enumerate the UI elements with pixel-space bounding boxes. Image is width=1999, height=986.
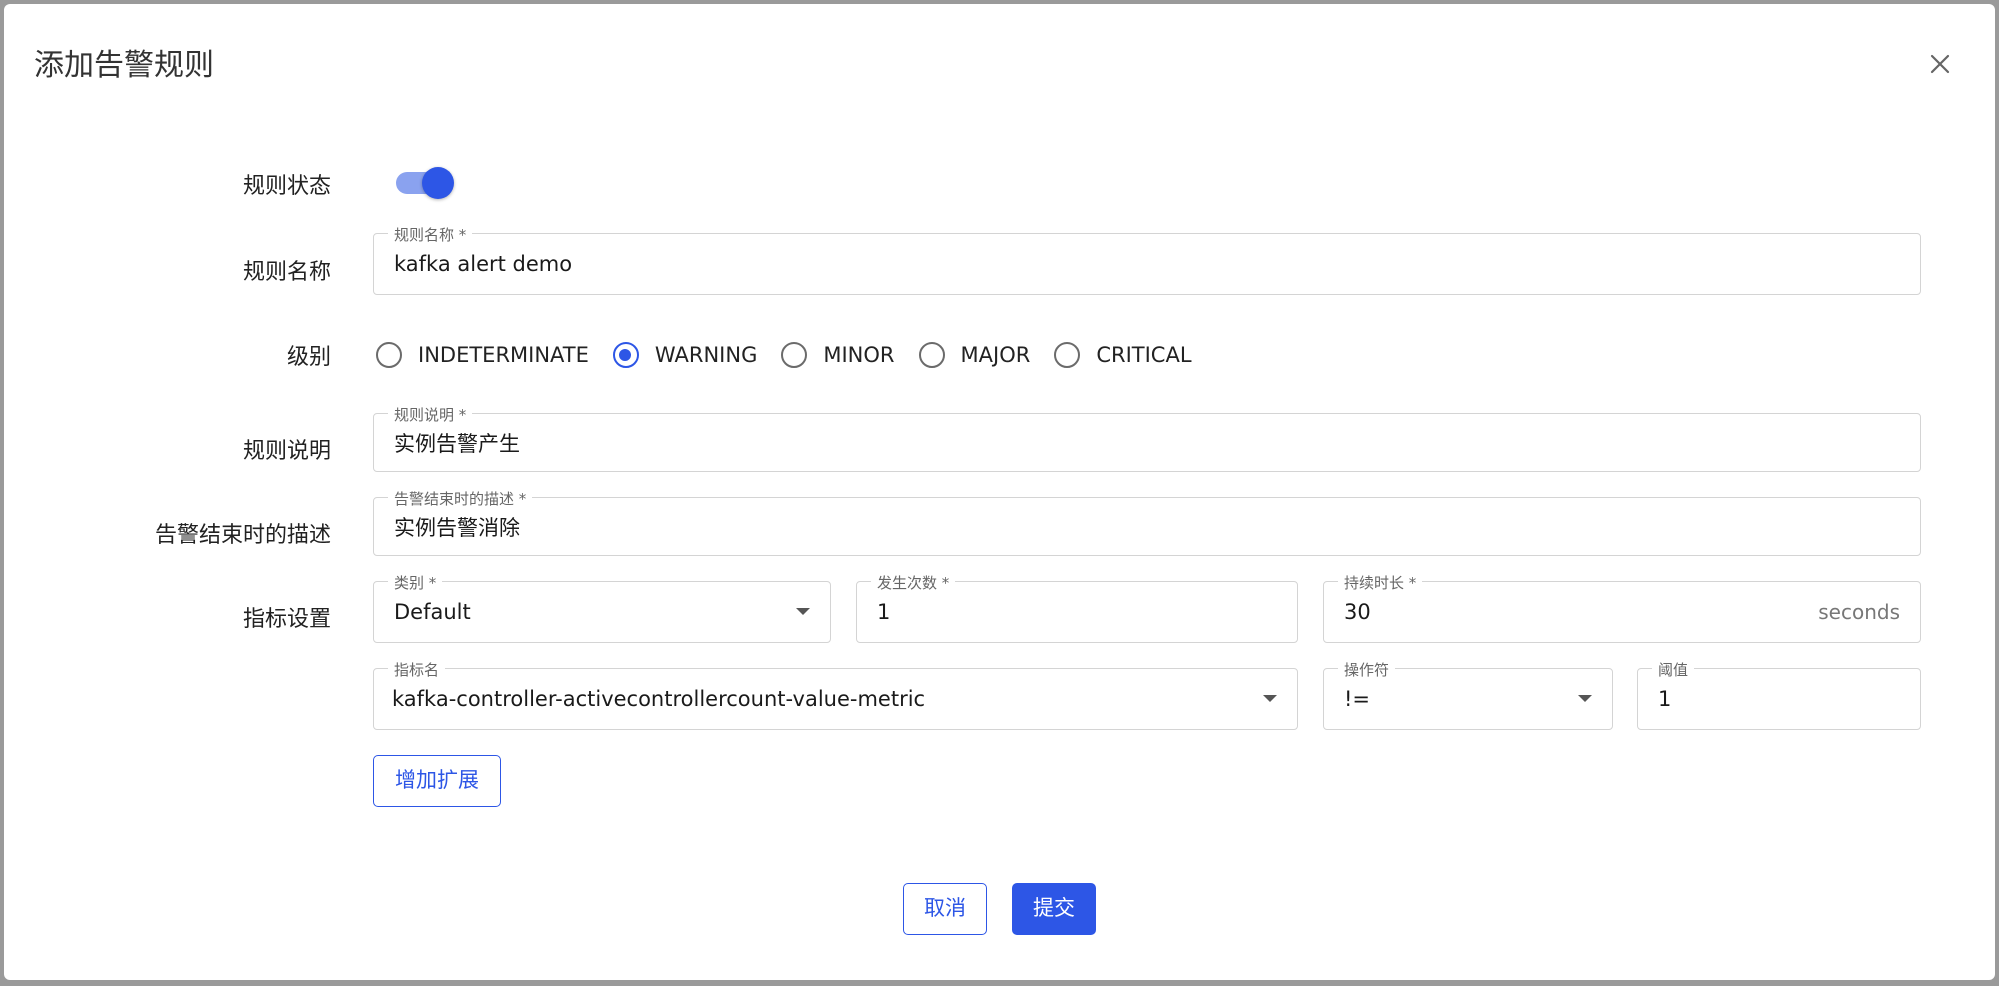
level-radio-indeterminate[interactable]: INDETERMINATE <box>376 342 589 368</box>
level-radio-minor[interactable]: MINOR <box>781 342 895 368</box>
radio-circle <box>918 342 945 368</box>
radio-label: MINOR <box>823 343 895 367</box>
add-extension-button[interactable]: 增加扩展 <box>373 755 501 807</box>
duration-field-label: 持续时长 * <box>1338 572 1423 593</box>
threshold-input[interactable]: 阈值 1 <box>1637 659 1921 730</box>
end-description-row-label: 告警结束时的描述 <box>154 523 331 548</box>
occurrences-field-label: 发生次数 * <box>871 572 956 593</box>
category-field-label: 类别 * <box>388 572 443 593</box>
metric-name-field-label: 指标名 <box>388 659 446 680</box>
close-icon <box>1930 54 1950 74</box>
submit-button[interactable]: 提交 <box>1012 883 1096 935</box>
end-description-value: 实例告警消除 <box>394 515 520 540</box>
operator-select[interactable]: 操作符 != <box>1323 659 1613 730</box>
rule-status-toggle[interactable] <box>394 167 454 199</box>
close-button[interactable] <box>1920 44 1960 84</box>
end-description-field-label: 告警结束时的描述 * <box>388 488 533 509</box>
rule-name-field-label: 规则名称 * <box>388 224 473 245</box>
radio-label: WARNING <box>654 343 758 367</box>
toggle-thumb <box>422 167 454 199</box>
rule-description-field-label: 规则说明 * <box>388 404 473 425</box>
chevron-down-icon <box>796 608 810 615</box>
radio-label: CRITICAL <box>1096 343 1192 367</box>
cancel-button[interactable]: 取消 <box>903 883 987 935</box>
duration-value: 30 <box>1344 600 1371 624</box>
rule-description-value: 实例告警产生 <box>394 431 520 456</box>
radio-circle <box>376 342 402 368</box>
chevron-down-icon <box>1263 695 1277 702</box>
level-radio-group: INDETERMINATE WARNING MINOR MAJOR CRITIC… <box>376 338 1216 372</box>
metric-settings-label: 指标设置 <box>242 607 331 632</box>
radio-label: MAJOR <box>960 343 1031 367</box>
level-label: 级别 <box>286 345 331 370</box>
duration-unit: seconds <box>1818 600 1900 624</box>
operator-value: != <box>1344 687 1371 711</box>
radio-circle-checked <box>612 342 639 368</box>
rule-description-input[interactable]: 规则说明 * 实例告警产生 <box>373 404 1921 472</box>
end-description-input[interactable]: 告警结束时的描述 * 实例告警消除 <box>373 488 1921 556</box>
rule-name-input[interactable]: 规则名称 * kafka alert demo <box>373 224 1921 295</box>
metric-name-select[interactable]: 指标名 kafka-controller-activecontrollercou… <box>373 659 1298 730</box>
level-radio-major[interactable]: MAJOR <box>918 342 1031 368</box>
dialog-title: 添加告警规则 <box>34 48 214 83</box>
chevron-down-icon <box>1578 695 1592 702</box>
rule-name-value: kafka alert demo <box>394 252 573 276</box>
radio-circle <box>781 342 808 368</box>
name-row-label: 规则名称 <box>242 260 331 285</box>
metric-name-value: kafka-controller-activecontrollercount-v… <box>392 687 926 711</box>
category-select[interactable]: 类别 * Default <box>373 572 831 643</box>
description-row-label: 规则说明 <box>242 439 331 464</box>
threshold-value: 1 <box>1658 687 1672 711</box>
radio-label: INDETERMINATE <box>418 343 589 367</box>
threshold-field-label: 阈值 <box>1652 659 1695 680</box>
occurrences-value: 1 <box>877 600 891 624</box>
operator-field-label: 操作符 <box>1338 659 1396 680</box>
duration-input[interactable]: 持续时长 * 30 seconds <box>1323 572 1921 643</box>
radio-circle <box>1054 342 1081 368</box>
level-radio-critical[interactable]: CRITICAL <box>1054 342 1192 368</box>
add-alert-rule-dialog: 添加告警规则 规则状态 规则名称 规则名称 * kafka alert demo… <box>4 4 1995 980</box>
occurrences-input[interactable]: 发生次数 * 1 <box>856 572 1298 643</box>
category-value: Default <box>394 600 471 624</box>
status-label: 规则状态 <box>242 174 331 199</box>
level-radio-warning[interactable]: WARNING <box>612 342 758 368</box>
